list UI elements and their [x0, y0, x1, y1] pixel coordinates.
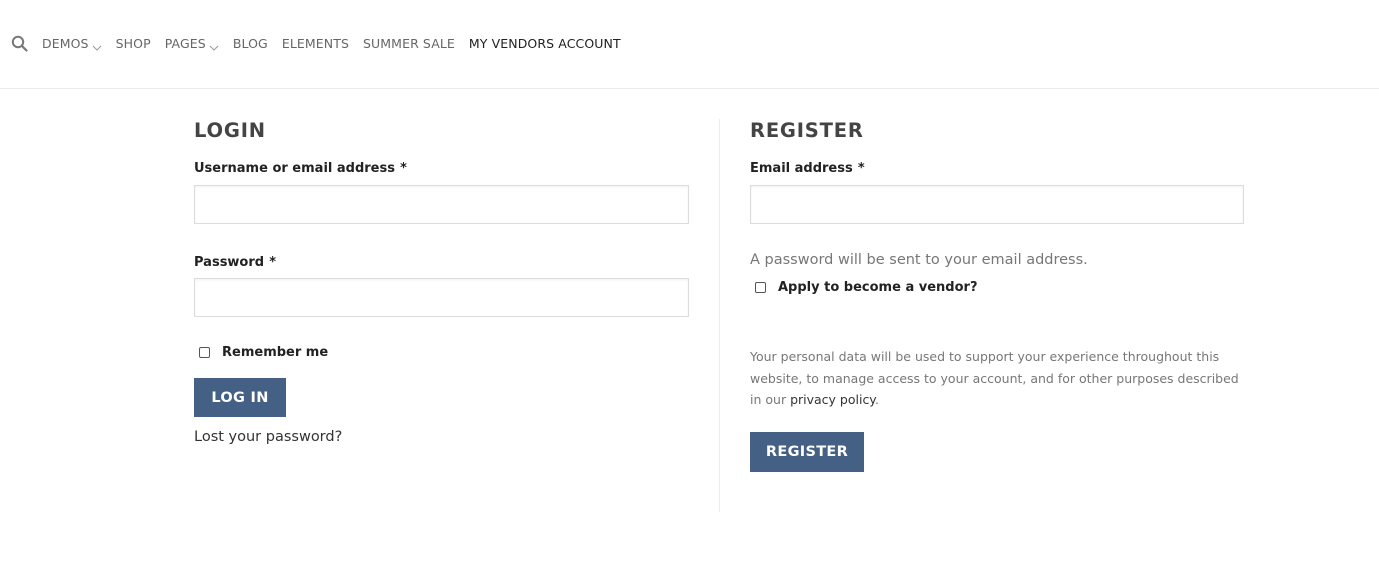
top-navigation: DEMOS SHOP PAGES BLOG ELEMENTS SUMMER SA…	[0, 0, 1379, 89]
nav-item-label: DEMOS	[42, 36, 89, 51]
nav-item-my-vendors-account[interactable]: MY VENDORS ACCOUNT	[469, 36, 621, 51]
nav-item-summer-sale[interactable]: SUMMER SALE	[363, 36, 455, 51]
remember-me-checkbox[interactable]	[199, 347, 210, 358]
column-divider	[719, 119, 720, 512]
email-label: Email address *	[750, 157, 1246, 176]
username-input[interactable]	[194, 185, 689, 224]
search-icon[interactable]	[11, 35, 29, 53]
username-label-text: Username or email address	[194, 161, 395, 176]
email-label-text: Email address	[750, 161, 853, 176]
required-mark: *	[269, 255, 276, 270]
privacy-end: .	[874, 392, 879, 407]
nav-item-label: PAGES	[164, 36, 206, 51]
register-title: REGISTER	[750, 119, 864, 142]
chevron-down-icon	[209, 40, 219, 51]
required-mark: *	[400, 161, 407, 176]
remember-me-row[interactable]: Remember me	[199, 345, 690, 360]
nav-item-label: SUMMER SALE	[363, 36, 455, 51]
login-section: LOGIN Username or email address * Passwo…	[194, 118, 690, 445]
chevron-down-icon	[92, 40, 102, 51]
nav-item-demos[interactable]: DEMOS	[42, 36, 102, 51]
register-button[interactable]: REGISTER	[750, 431, 864, 472]
remember-me-label: Remember me	[222, 345, 329, 360]
login-title: LOGIN	[194, 119, 266, 142]
nav-item-label: BLOG	[232, 36, 268, 51]
required-mark: *	[857, 161, 865, 176]
nav-menu: DEMOS SHOP PAGES BLOG ELEMENTS SUMMER SA…	[42, 36, 635, 51]
nav-item-label: MY VENDORS ACCOUNT	[468, 36, 621, 51]
log-in-button[interactable]: LOG IN	[194, 378, 286, 417]
privacy-policy-link[interactable]: privacy policy	[790, 392, 875, 407]
password-label: Password *	[194, 251, 690, 270]
username-label: Username or email address *	[194, 157, 690, 176]
nav-item-blog[interactable]: BLOG	[233, 36, 268, 51]
register-section: REGISTER Email address * A password will…	[750, 118, 1246, 472]
register-email-input[interactable]	[750, 185, 1244, 224]
vendor-apply-label: Apply to become a vendor?	[778, 280, 978, 295]
password-label-text: Password	[194, 255, 265, 270]
nav-item-elements[interactable]: ELEMENTS	[282, 36, 349, 51]
nav-item-shop[interactable]: SHOP	[116, 36, 151, 51]
vendor-apply-row[interactable]: Apply to become a vendor?	[755, 280, 1246, 295]
password-input[interactable]	[194, 278, 689, 317]
vendor-apply-checkbox[interactable]	[755, 282, 766, 293]
password-info-text: A password will be sent to your email ad…	[750, 252, 1088, 268]
nav-item-label: SHOP	[115, 36, 151, 51]
privacy-notice: Your personal data will be used to suppo…	[750, 346, 1246, 411]
lost-password-link[interactable]: Lost your password?	[194, 429, 690, 445]
nav-item-label: ELEMENTS	[281, 36, 350, 51]
nav-item-pages[interactable]: PAGES	[165, 36, 219, 51]
